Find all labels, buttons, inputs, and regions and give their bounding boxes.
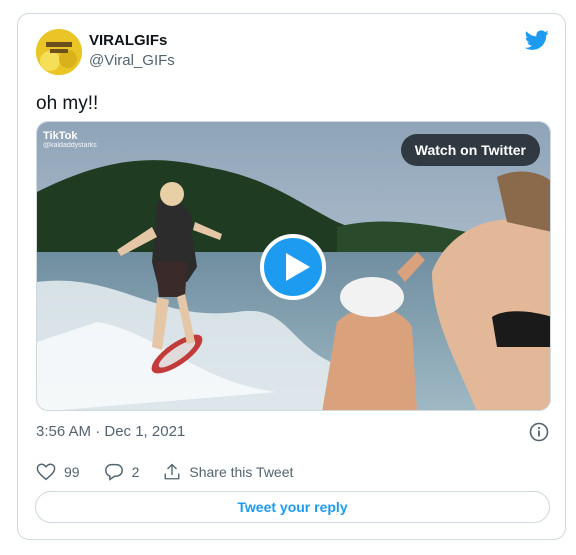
tiktok-watermark: TikTok @kaldaddystarks xyxy=(43,130,97,149)
share-icon xyxy=(164,463,180,480)
reply-action[interactable]: 2 xyxy=(104,463,140,481)
share-label: Share this Tweet xyxy=(189,464,294,480)
like-action[interactable]: 99 xyxy=(36,463,80,481)
tweet-your-reply-button[interactable]: Tweet your reply xyxy=(35,491,550,523)
play-icon xyxy=(286,253,310,281)
tiktok-handle: @kaldaddystarks xyxy=(43,142,97,149)
author-name[interactable]: VIRALGIFs xyxy=(89,31,167,51)
author-handle[interactable]: @Viral_GIFs xyxy=(89,51,175,71)
like-count: 99 xyxy=(64,464,80,480)
tweet-timestamp[interactable]: 3:56 AM · Dec 1, 2021 xyxy=(36,422,185,442)
tweet-actions: 99 2 Share this Tweet xyxy=(36,461,317,483)
play-button[interactable] xyxy=(260,234,326,300)
tweet-text: oh my!! xyxy=(36,93,99,114)
tiktok-logo-label: TikTok xyxy=(43,130,78,142)
author-avatar[interactable] xyxy=(36,29,82,75)
twitter-bird-icon[interactable] xyxy=(524,28,549,52)
reply-count: 2 xyxy=(131,464,140,480)
tweet-embed-card: VIRALGIFs @Viral_GIFs oh my!! TikTok @ka… xyxy=(17,13,566,540)
info-icon[interactable] xyxy=(529,422,549,442)
share-action[interactable]: Share this Tweet xyxy=(163,463,293,481)
heart-icon xyxy=(36,463,56,481)
video-player[interactable]: TikTok @kaldaddystarks Watch on Twitter xyxy=(36,121,551,411)
watch-on-twitter-button[interactable]: Watch on Twitter xyxy=(400,134,540,166)
reply-icon xyxy=(104,463,123,481)
